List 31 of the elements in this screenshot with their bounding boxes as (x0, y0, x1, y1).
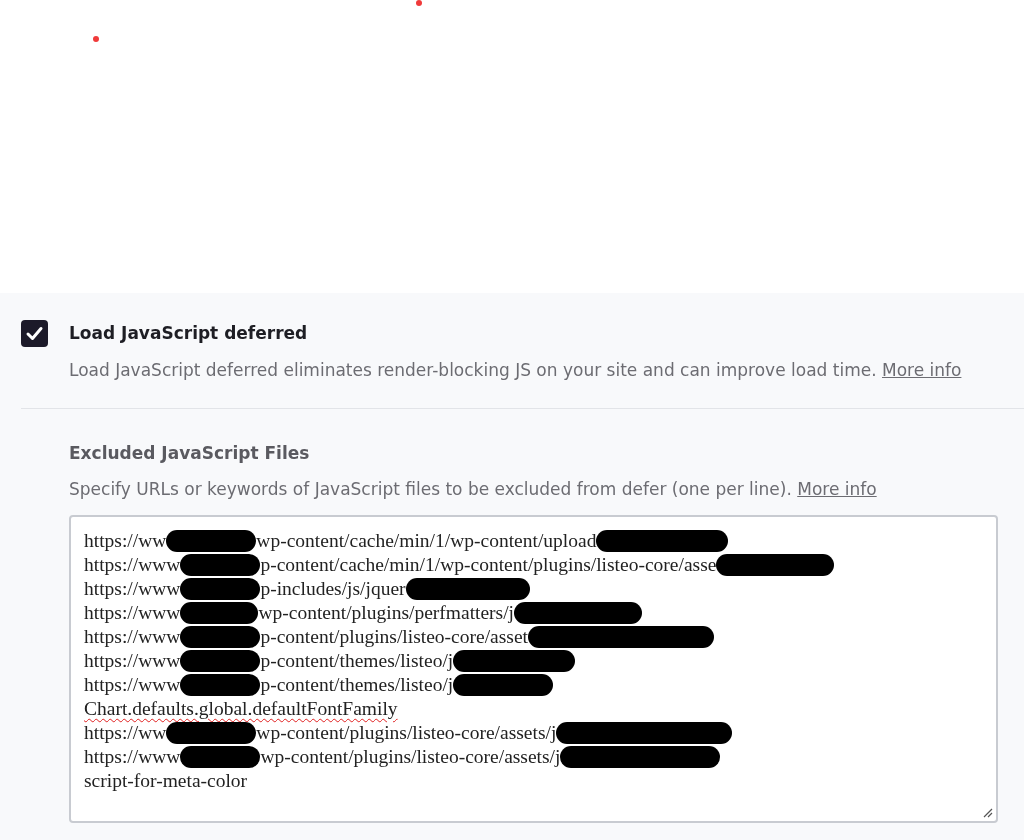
field-description: Specify URLs or keywords of JavaScript files to be excluded from defer (one per line). More info (69, 478, 878, 501)
more-info-link[interactable]: More info (882, 360, 962, 380)
excluded-files-textarea[interactable] (69, 515, 998, 823)
line-text: p-content/plugins/listeo-core/asset (260, 626, 528, 647)
line-text: https://www (84, 746, 181, 767)
line-text: p-content/themes/listeo/j (260, 650, 454, 671)
line-text: https://www (84, 626, 181, 647)
line-text: script-for-meta-color (84, 770, 248, 791)
line-text: wp-content/plugins/listeo-core/assets/j (260, 746, 561, 767)
line-text: p-content/cache/min/1/wp-content/plugins/listeo-core/asse (260, 554, 717, 575)
line-text: wp-content/plugins/listeo-core/assets/j (256, 722, 557, 743)
dot-icon (93, 36, 99, 42)
line-text: https://www (84, 578, 181, 599)
line-text: https://www (84, 650, 181, 671)
checkbox[interactable] (21, 320, 48, 347)
setting-title: Load JavaScript deferred (69, 322, 308, 345)
line-text: Chart.defaults.global.defaultFontFamily (84, 698, 398, 719)
resize-handle-icon[interactable] (983, 808, 993, 818)
more-info-link[interactable]: More info (797, 479, 877, 499)
line-text: p-includes/js/jquer (260, 578, 406, 599)
line-text: https://www (84, 554, 181, 575)
field-label: Excluded JavaScript Files (69, 442, 311, 465)
line-text: p-content/themes/listeo/j (260, 674, 454, 695)
line-text: https://ww (84, 530, 167, 551)
line-text: wp-content/cache/min/1/wp-content/upload (256, 530, 597, 551)
line-text: https://ww (84, 722, 167, 743)
line-text: wp-content/plugins/perfmatters/j (258, 602, 515, 623)
setting-description: Load JavaScript deferred eliminates render-blocking JS on your site and can improve load time. More info (69, 359, 963, 382)
line-text: https://www (84, 674, 181, 695)
dot-icon (416, 0, 422, 6)
line-text: https://www (84, 602, 181, 623)
